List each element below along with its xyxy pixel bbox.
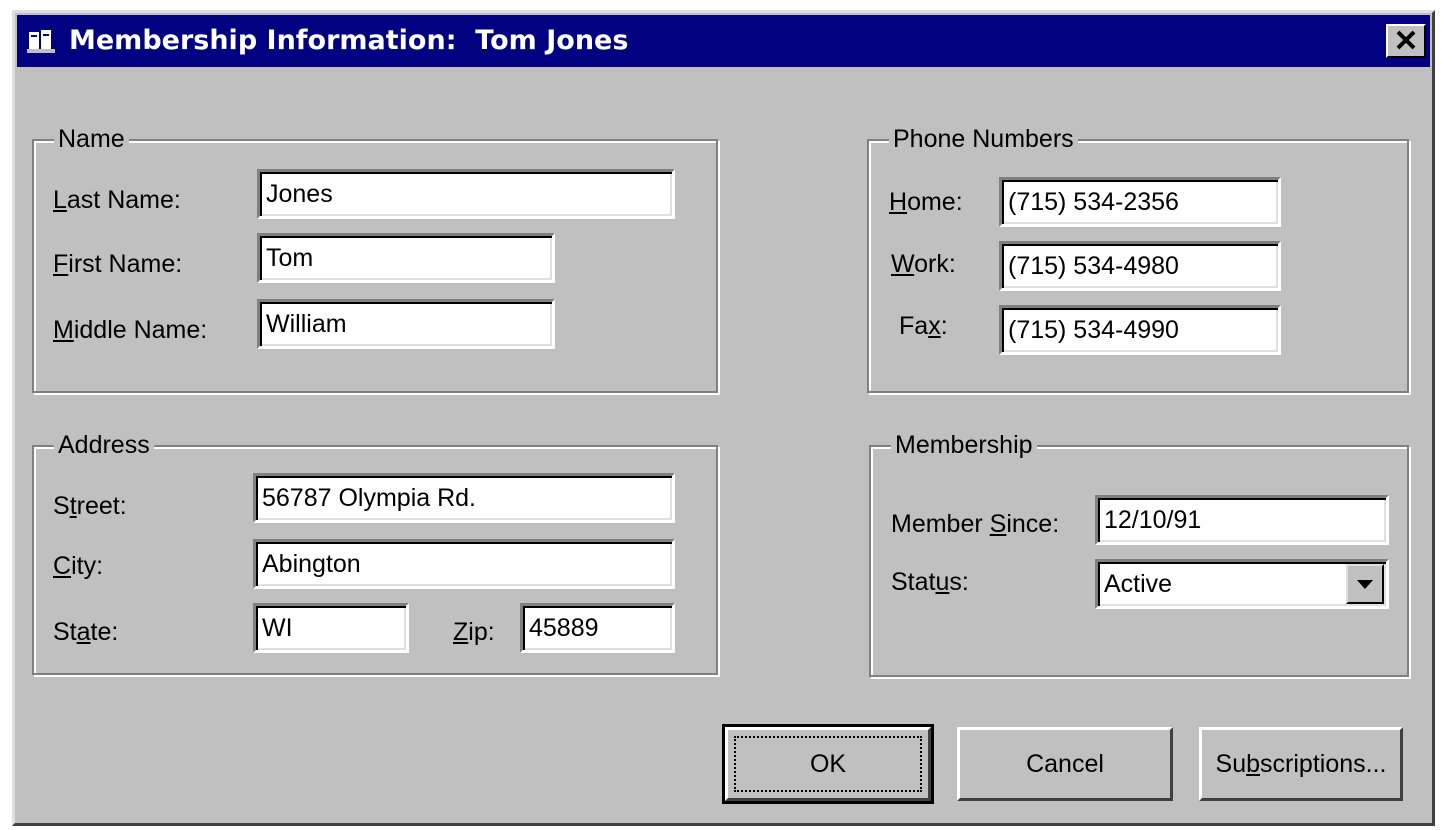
last-name-field[interactable] xyxy=(257,169,675,219)
cancel-button[interactable]: Cancel xyxy=(957,727,1173,801)
last-name-input[interactable] xyxy=(264,174,672,214)
fax-input[interactable] xyxy=(1006,310,1278,350)
subscriptions-button[interactable]: Subscriptions... xyxy=(1199,727,1403,801)
first-name-field[interactable] xyxy=(257,233,555,283)
member-since-field[interactable] xyxy=(1095,495,1389,545)
last-name-label: Last Name: xyxy=(53,186,181,214)
middle-name-input[interactable] xyxy=(264,304,552,344)
close-icon xyxy=(1396,30,1416,50)
zip-field[interactable] xyxy=(520,603,675,653)
city-field[interactable] xyxy=(253,539,675,589)
middle-name-field[interactable] xyxy=(257,299,555,349)
status-label: Status: xyxy=(891,568,969,596)
status-dropdown-button[interactable] xyxy=(1346,564,1384,604)
city-label: City: xyxy=(53,552,104,580)
home-phone-field[interactable] xyxy=(999,177,1281,227)
window-title: Membership Information: Tom Jones xyxy=(69,25,629,56)
street-label: Street: xyxy=(53,492,127,520)
street-input[interactable] xyxy=(260,478,672,518)
phone-group-legend: Phone Numbers xyxy=(889,124,1078,154)
city-input[interactable] xyxy=(260,544,672,584)
close-button[interactable] xyxy=(1386,24,1426,58)
state-input[interactable] xyxy=(260,608,406,648)
work-phone-field[interactable] xyxy=(999,241,1281,291)
member-since-input[interactable] xyxy=(1102,500,1386,540)
status-select[interactable] xyxy=(1102,564,1346,604)
first-name-input[interactable] xyxy=(264,238,552,278)
state-field[interactable] xyxy=(253,603,409,653)
chevron-down-icon xyxy=(1357,580,1373,589)
title-bar[interactable]: Membership Information: Tom Jones xyxy=(17,15,1430,67)
home-phone-input[interactable] xyxy=(1006,182,1278,222)
fax-field[interactable] xyxy=(999,305,1281,355)
middle-name-label: Middle Name: xyxy=(53,316,208,344)
books-icon xyxy=(27,30,55,53)
name-group-legend: Name xyxy=(54,124,129,154)
work-phone-input[interactable] xyxy=(1006,246,1278,286)
first-name-label: First Name: xyxy=(53,250,183,278)
membership-dialog: Membership Information: Tom Jones Name L… xyxy=(12,10,1435,826)
zip-input[interactable] xyxy=(527,608,672,648)
status-dropdown[interactable] xyxy=(1095,559,1389,609)
address-group-legend: Address xyxy=(54,430,154,460)
membership-group-legend: Membership xyxy=(891,430,1037,460)
zip-label: Zip: xyxy=(453,618,495,646)
member-since-label: Member Since: xyxy=(891,510,1060,538)
street-field[interactable] xyxy=(253,473,675,523)
ok-button[interactable]: OK xyxy=(722,724,934,804)
home-phone-label: Home: xyxy=(889,188,963,216)
work-phone-label: Work: xyxy=(891,250,956,278)
state-label: State: xyxy=(53,618,119,646)
fax-label: Fax: xyxy=(899,312,948,340)
